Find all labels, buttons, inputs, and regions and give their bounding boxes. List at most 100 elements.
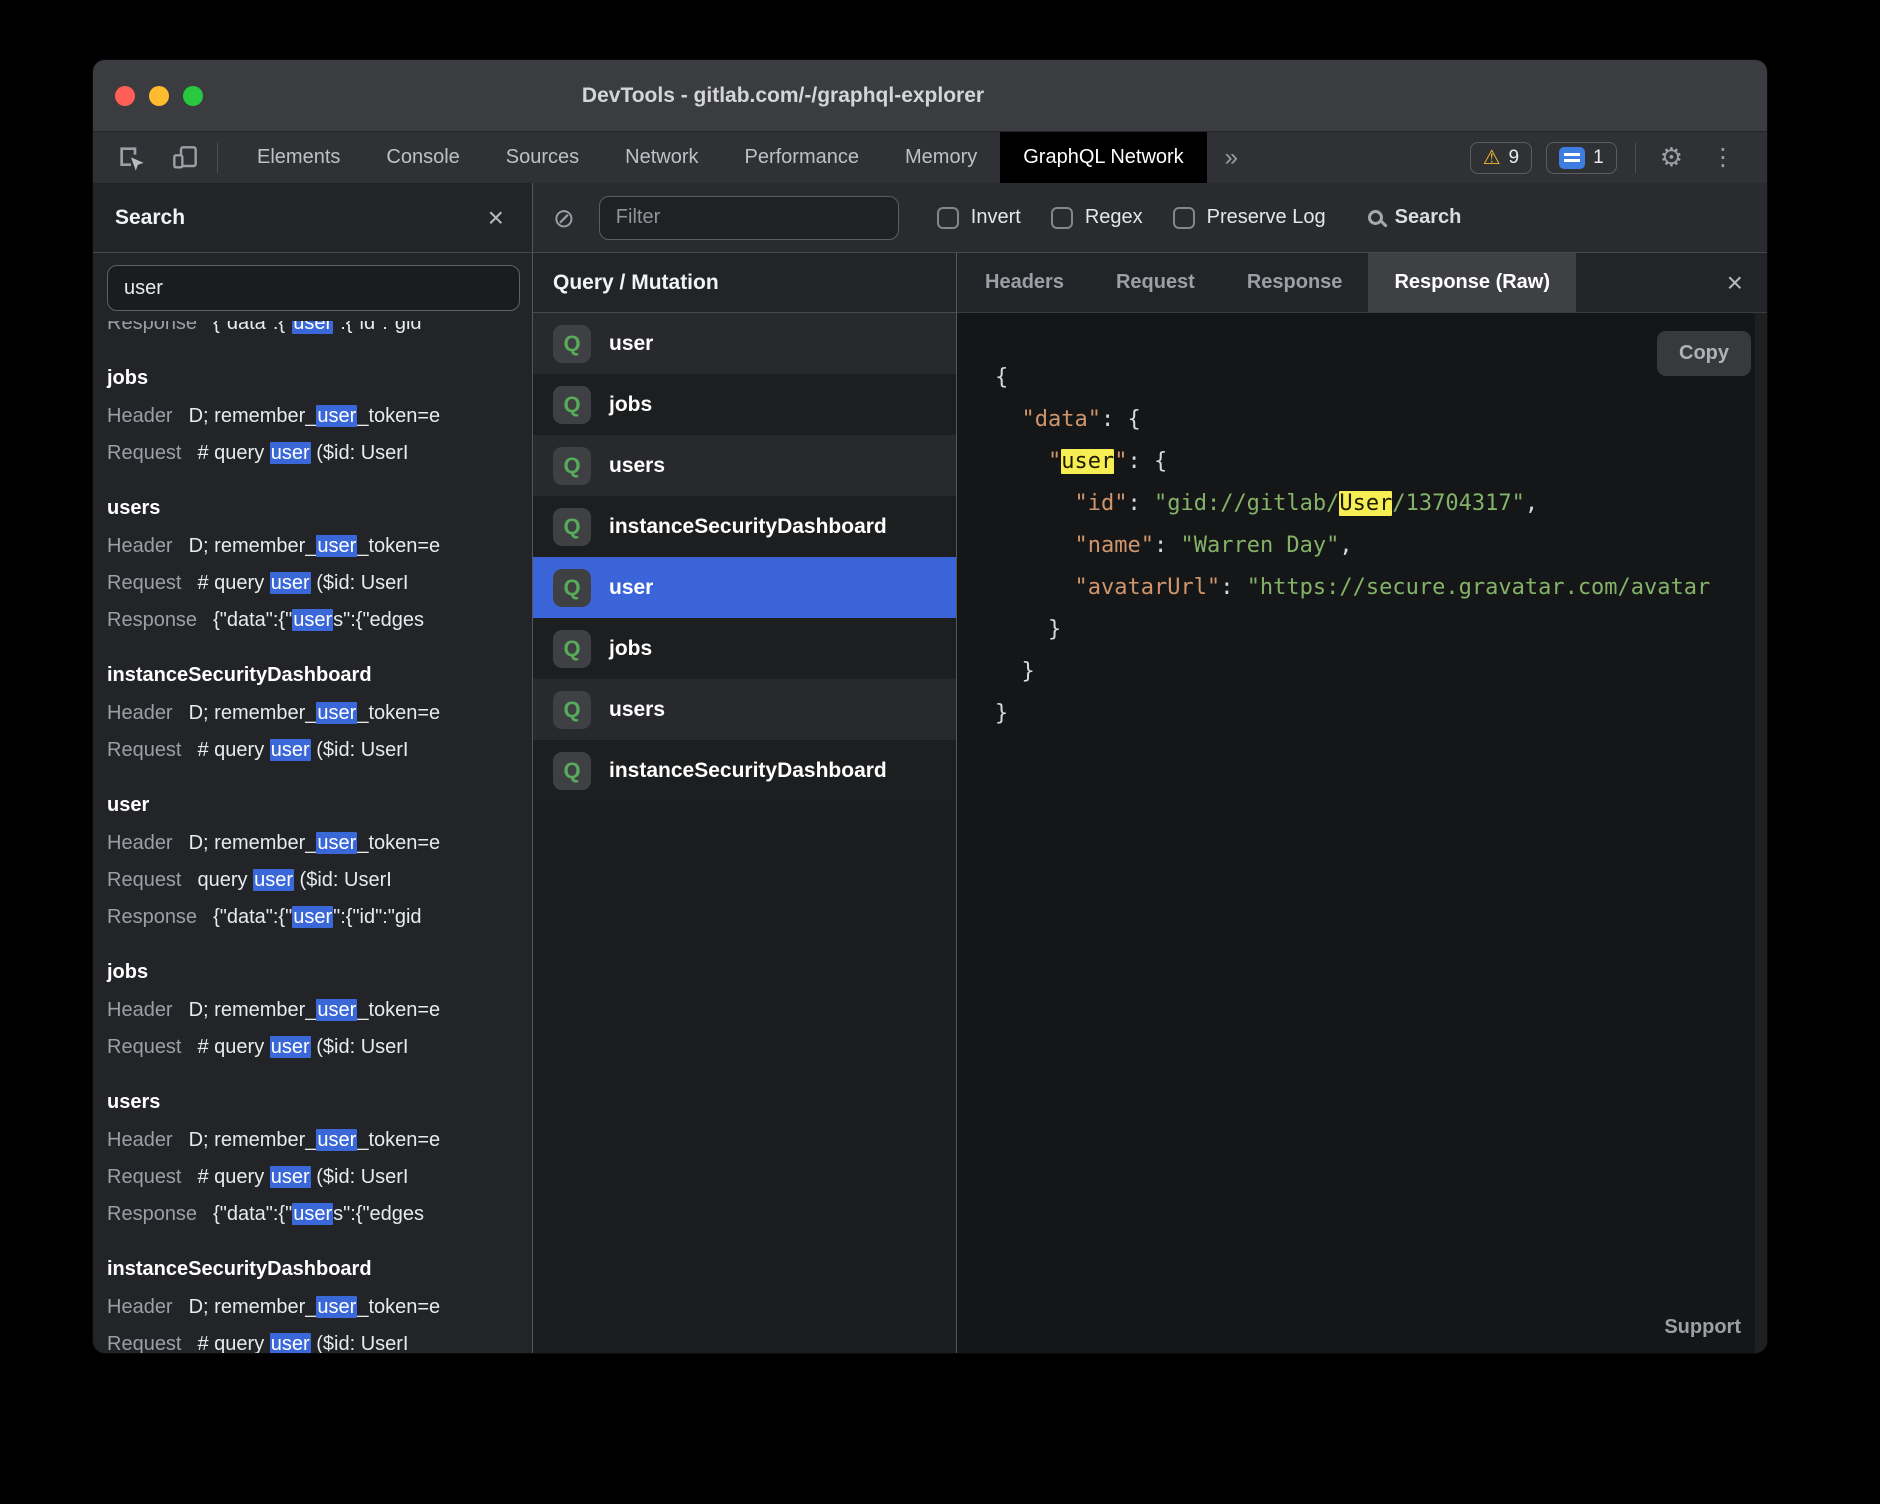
search-result-row[interactable]: HeaderD; remember_user_token=e — [107, 1122, 532, 1159]
result-row-value: {"data":{"users":{"edges — [213, 1203, 424, 1225]
message-count: 1 — [1593, 147, 1604, 169]
support-link[interactable]: Support — [1664, 1316, 1741, 1339]
result-text: # query — [198, 572, 270, 594]
search-result-row[interactable]: HeaderD; remember_user_token=e — [107, 825, 532, 862]
search-result-row[interactable]: Request# query user ($id: UserI — [107, 1029, 532, 1066]
result-text: # query — [198, 1166, 270, 1188]
search-toggle[interactable]: Search — [1368, 206, 1462, 229]
close-detail-icon[interactable]: × — [1703, 253, 1767, 312]
tab-elements[interactable]: Elements — [234, 132, 363, 183]
result-text: ($id: UserI — [311, 1166, 409, 1188]
tab-performance[interactable]: Performance — [722, 132, 883, 183]
checkbox-label: Regex — [1085, 206, 1143, 229]
query-item-label: instanceSecurityDashboard — [609, 759, 887, 783]
checkbox-regex[interactable]: Regex — [1051, 206, 1143, 229]
warnings-badge[interactable]: ⚠ 9 — [1470, 142, 1533, 174]
search-result-row[interactable]: Request# query user ($id: UserI — [107, 565, 532, 602]
search-match-highlight: user — [270, 1166, 311, 1188]
checkbox-box — [1051, 207, 1073, 229]
result-row-label: Header — [107, 832, 173, 854]
query-list-item-user[interactable]: Quser — [533, 313, 956, 374]
search-result-row[interactable]: Response{"data":{"users":{"edges — [107, 1196, 532, 1233]
search-result-row[interactable]: Request# query user ($id: UserI — [107, 1159, 532, 1196]
window-title: DevTools - gitlab.com/-/graphql-explorer — [582, 60, 984, 131]
zoom-window-button[interactable] — [183, 86, 203, 106]
search-match-highlight: user — [253, 869, 294, 891]
result-text: {"data":{" — [213, 609, 292, 631]
tab-response-raw[interactable]: Response (Raw) — [1368, 253, 1576, 312]
issues-badge[interactable]: 1 — [1546, 142, 1617, 174]
close-window-button[interactable] — [115, 86, 135, 106]
json-line: } — [995, 693, 1767, 735]
tab-sources[interactable]: Sources — [483, 132, 602, 183]
search-toggle-label: Search — [1395, 206, 1462, 229]
settings-gear-icon[interactable]: ⚙ — [1654, 142, 1689, 173]
tab-response[interactable]: Response — [1221, 253, 1369, 312]
search-match-highlight: user — [270, 739, 311, 761]
search-result-row[interactable]: HeaderD; remember_user_token=e — [107, 1289, 532, 1326]
close-search-icon[interactable]: × — [488, 204, 504, 232]
checkbox-preserve-log[interactable]: Preserve Log — [1173, 206, 1326, 229]
json-token: "name" — [1074, 533, 1153, 558]
result-row-value: D; remember_user_token=e — [189, 1129, 441, 1151]
search-result-row[interactable]: Request# query user ($id: UserI — [107, 435, 532, 472]
kebab-menu-icon[interactable]: ⋮ — [1703, 143, 1743, 172]
json-line: "data": { — [995, 399, 1767, 441]
checkbox-box — [937, 207, 959, 229]
search-input[interactable] — [107, 265, 520, 311]
search-result-row[interactable]: Request# query user ($id: UserI — [107, 1326, 532, 1353]
query-list-item-users[interactable]: Qusers — [533, 435, 956, 496]
result-text: D; remember_ — [189, 999, 317, 1021]
clear-log-icon[interactable]: ⊘ — [553, 205, 575, 231]
search-match-highlight: user — [316, 405, 357, 427]
title-bar: DevTools - gitlab.com/-/graphql-explorer — [93, 60, 1767, 132]
search-result-row[interactable]: Response{"data":{"users":{"edges — [107, 602, 532, 639]
json-token — [995, 407, 1022, 432]
tab-memory[interactable]: Memory — [882, 132, 1000, 183]
copy-button[interactable]: Copy — [1657, 331, 1751, 376]
more-tabs-chevron-icon[interactable]: » — [1207, 132, 1256, 183]
search-result-row[interactable]: HeaderD; remember_user_token=e — [107, 528, 532, 565]
search-panel-title: Search — [115, 206, 185, 230]
result-text: _token=e — [357, 1129, 440, 1151]
inspect-element-icon[interactable] — [115, 142, 147, 174]
query-list-item-user[interactable]: Quser — [533, 557, 956, 618]
query-list-item-jobs[interactable]: Qjobs — [533, 618, 956, 679]
json-token: /13704317" — [1392, 491, 1524, 516]
search-result-row[interactable]: HeaderD; remember_user_token=e — [107, 992, 532, 1029]
tab-network[interactable]: Network — [602, 132, 721, 183]
device-toolbar-icon[interactable] — [169, 142, 201, 174]
tab-console[interactable]: Console — [363, 132, 482, 183]
result-row-value: D; remember_user_token=e — [189, 535, 441, 557]
checkbox-invert[interactable]: Invert — [937, 206, 1021, 229]
filter-input[interactable] — [599, 196, 899, 240]
tab-request[interactable]: Request — [1090, 253, 1221, 312]
minimize-window-button[interactable] — [149, 86, 169, 106]
query-list-item-instancesecuritydashboard[interactable]: QinstanceSecurityDashboard — [533, 496, 956, 557]
json-token: "id" — [1074, 491, 1127, 516]
query-list-item-instancesecuritydashboard[interactable]: QinstanceSecurityDashboard — [533, 740, 956, 801]
result-text: query — [198, 869, 254, 891]
search-result-row[interactable]: Request# query user ($id: UserI — [107, 732, 532, 769]
query-item-label: user — [609, 332, 653, 356]
result-row-value: D; remember_user_token=e — [189, 405, 441, 427]
tab-headers[interactable]: Headers — [959, 253, 1090, 312]
toolbar-divider — [217, 143, 218, 173]
search-result-row[interactable]: Response{"data":{"user":{"id":"gid — [107, 321, 532, 342]
result-text: ":{"id":"gid — [333, 906, 421, 928]
query-type-badge: Q — [553, 386, 591, 424]
result-row-value: D; remember_user_token=e — [189, 999, 441, 1021]
result-text: D; remember_ — [189, 832, 317, 854]
json-token: , — [1525, 491, 1538, 516]
search-result-row[interactable]: Requestquery user ($id: UserI — [107, 862, 532, 899]
search-section-title: instanceSecurityDashboard — [107, 1249, 532, 1289]
tab-graphql-network[interactable]: GraphQL Network — [1000, 132, 1206, 183]
search-result-row[interactable]: HeaderD; remember_user_token=e — [107, 695, 532, 732]
search-result-row[interactable]: HeaderD; remember_user_token=e — [107, 398, 532, 435]
query-list-item-users[interactable]: Qusers — [533, 679, 956, 740]
result-text: D; remember_ — [189, 535, 317, 557]
json-token: "gid://gitlab/ — [1154, 491, 1339, 516]
query-list-item-jobs[interactable]: Qjobs — [533, 374, 956, 435]
search-result-row[interactable]: Response{"data":{"user":{"id":"gid — [107, 899, 532, 936]
toolbar-divider — [1635, 143, 1636, 173]
